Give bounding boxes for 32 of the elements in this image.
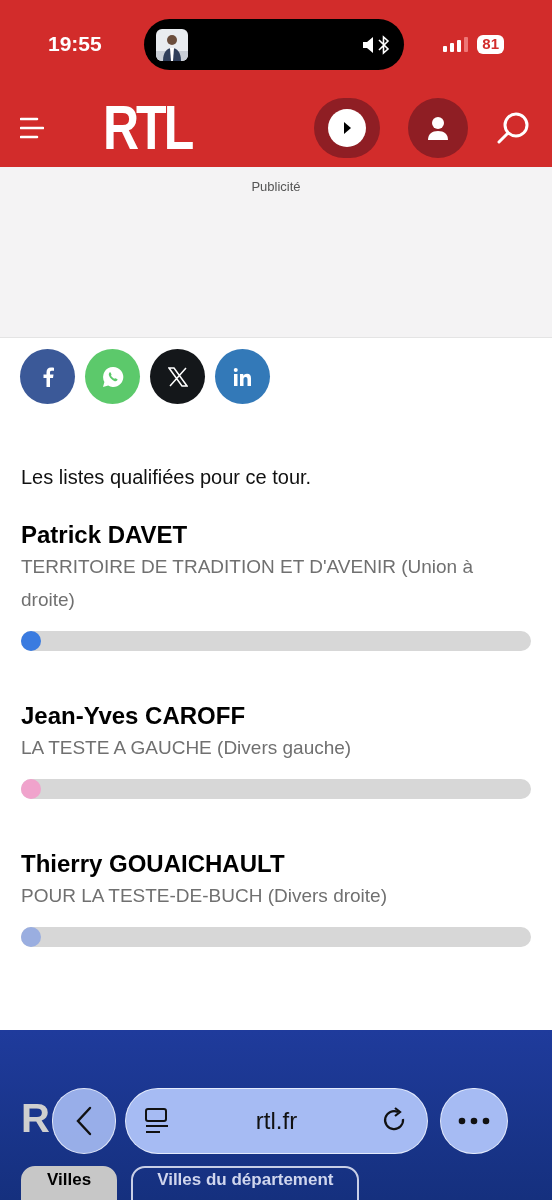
reader-icon[interactable] — [144, 1107, 170, 1135]
status-time: 19:55 — [48, 31, 102, 58]
ad-label: Publicité — [251, 178, 301, 196]
url-text: rtl.fr — [254, 1106, 299, 1136]
list-name: TERRITOIRE DE TRADITION ET D'AVENIR (Union à droite) — [21, 555, 474, 612]
facebook-icon — [41, 366, 54, 387]
battery-indicator: 81 — [477, 34, 504, 54]
intro-text: Les listes qualifiées pour ce tour. — [20, 465, 313, 490]
results-heading: R — [21, 1098, 50, 1138]
results-tab[interactable]: Villes du département — [131, 1166, 360, 1200]
linkedin-button[interactable] — [215, 349, 270, 404]
results-tab[interactable]: Villes — [21, 1166, 118, 1200]
menu-icon[interactable] — [20, 116, 44, 139]
candidate-name: Patrick DAVET — [21, 520, 189, 550]
chat-bubble-icon — [100, 364, 125, 389]
list-name: LA TESTE A GAUCHE (Divers gauche) — [21, 736, 353, 760]
search-icon[interactable] — [496, 110, 530, 145]
address-bar[interactable]: rtl.fr — [125, 1088, 428, 1154]
play-icon — [328, 108, 366, 147]
facebook-button[interactable] — [20, 349, 75, 404]
more-icon — [458, 1117, 490, 1125]
signal-icon — [443, 36, 470, 52]
rtl-logo[interactable]: RTL — [103, 96, 192, 159]
candidate-name: Thierry GOUAICHAULT — [21, 849, 286, 879]
user-icon — [428, 115, 448, 140]
x-logo-icon — [167, 366, 188, 387]
x-button[interactable] — [150, 349, 205, 404]
linkedin-icon — [232, 366, 253, 387]
candidate-name: Jean-Yves CAROFF — [21, 701, 247, 731]
chevron-left-icon — [75, 1106, 93, 1136]
list-name: POUR LA TESTE-DE-BUCH (Divers droite) — [21, 884, 388, 908]
mute-bluetooth-icon — [362, 34, 392, 55]
